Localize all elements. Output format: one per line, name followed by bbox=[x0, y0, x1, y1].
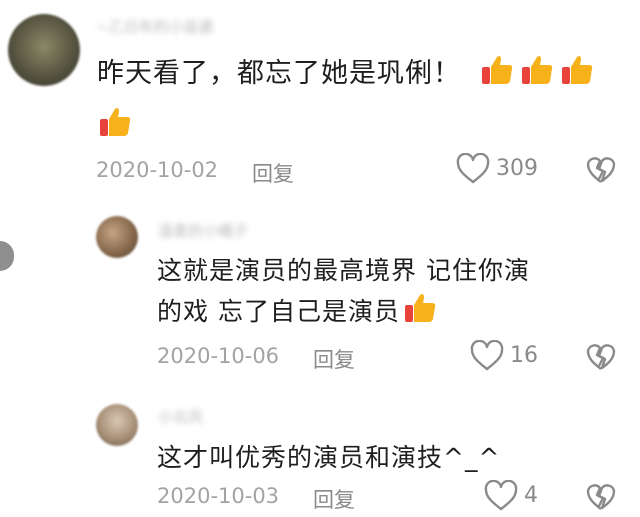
heart-icon[interactable] bbox=[484, 480, 518, 512]
username[interactable]: ~乙日年的小巫婆 bbox=[96, 16, 214, 37]
thumbs-up-icon bbox=[402, 290, 438, 326]
username[interactable]: 小北风 bbox=[158, 406, 203, 427]
avatar[interactable] bbox=[8, 14, 80, 86]
comment-date: 2020-10-02 bbox=[96, 158, 219, 182]
avatar[interactable] bbox=[96, 404, 138, 446]
reply-button[interactable]: 回复 bbox=[313, 344, 355, 374]
comment-date: 2020-10-06 bbox=[157, 344, 280, 368]
thumbs-up-icon bbox=[519, 52, 555, 88]
comment-date: 2020-10-03 bbox=[157, 484, 280, 508]
dislike-icon[interactable] bbox=[585, 154, 617, 186]
thumbs-up-icon bbox=[479, 52, 515, 88]
like-count: 309 bbox=[496, 156, 538, 181]
comment-text-content: 的戏 忘了自己是演员 bbox=[157, 297, 400, 326]
like-count: 16 bbox=[510, 343, 538, 368]
heart-icon[interactable] bbox=[470, 340, 504, 372]
comment-text: 的戏 忘了自己是演员 bbox=[157, 290, 438, 333]
reply-button[interactable]: 回复 bbox=[252, 158, 294, 188]
reply-button[interactable]: 回复 bbox=[313, 484, 355, 514]
dislike-icon[interactable] bbox=[585, 481, 617, 513]
edge-handle[interactable] bbox=[0, 241, 14, 271]
comment-text-line: 这就是演员的最高境界 记住你演 bbox=[157, 256, 530, 285]
heart-icon[interactable] bbox=[456, 153, 490, 185]
username[interactable]: 温柔的小橘子 bbox=[158, 220, 248, 241]
comment-text: 昨天看了，都忘了她是巩俐！ bbox=[97, 52, 595, 95]
like-count: 4 bbox=[524, 483, 538, 508]
comment-text-content: 昨天看了，都忘了她是巩俐！ bbox=[97, 58, 461, 89]
avatar[interactable] bbox=[96, 216, 138, 258]
dislike-icon[interactable] bbox=[585, 341, 617, 373]
thumbs-up-icon bbox=[559, 52, 595, 88]
comment-text: 这才叫优秀的演员和演技^_^ bbox=[157, 443, 501, 472]
thumbs-up-icon bbox=[97, 104, 133, 140]
